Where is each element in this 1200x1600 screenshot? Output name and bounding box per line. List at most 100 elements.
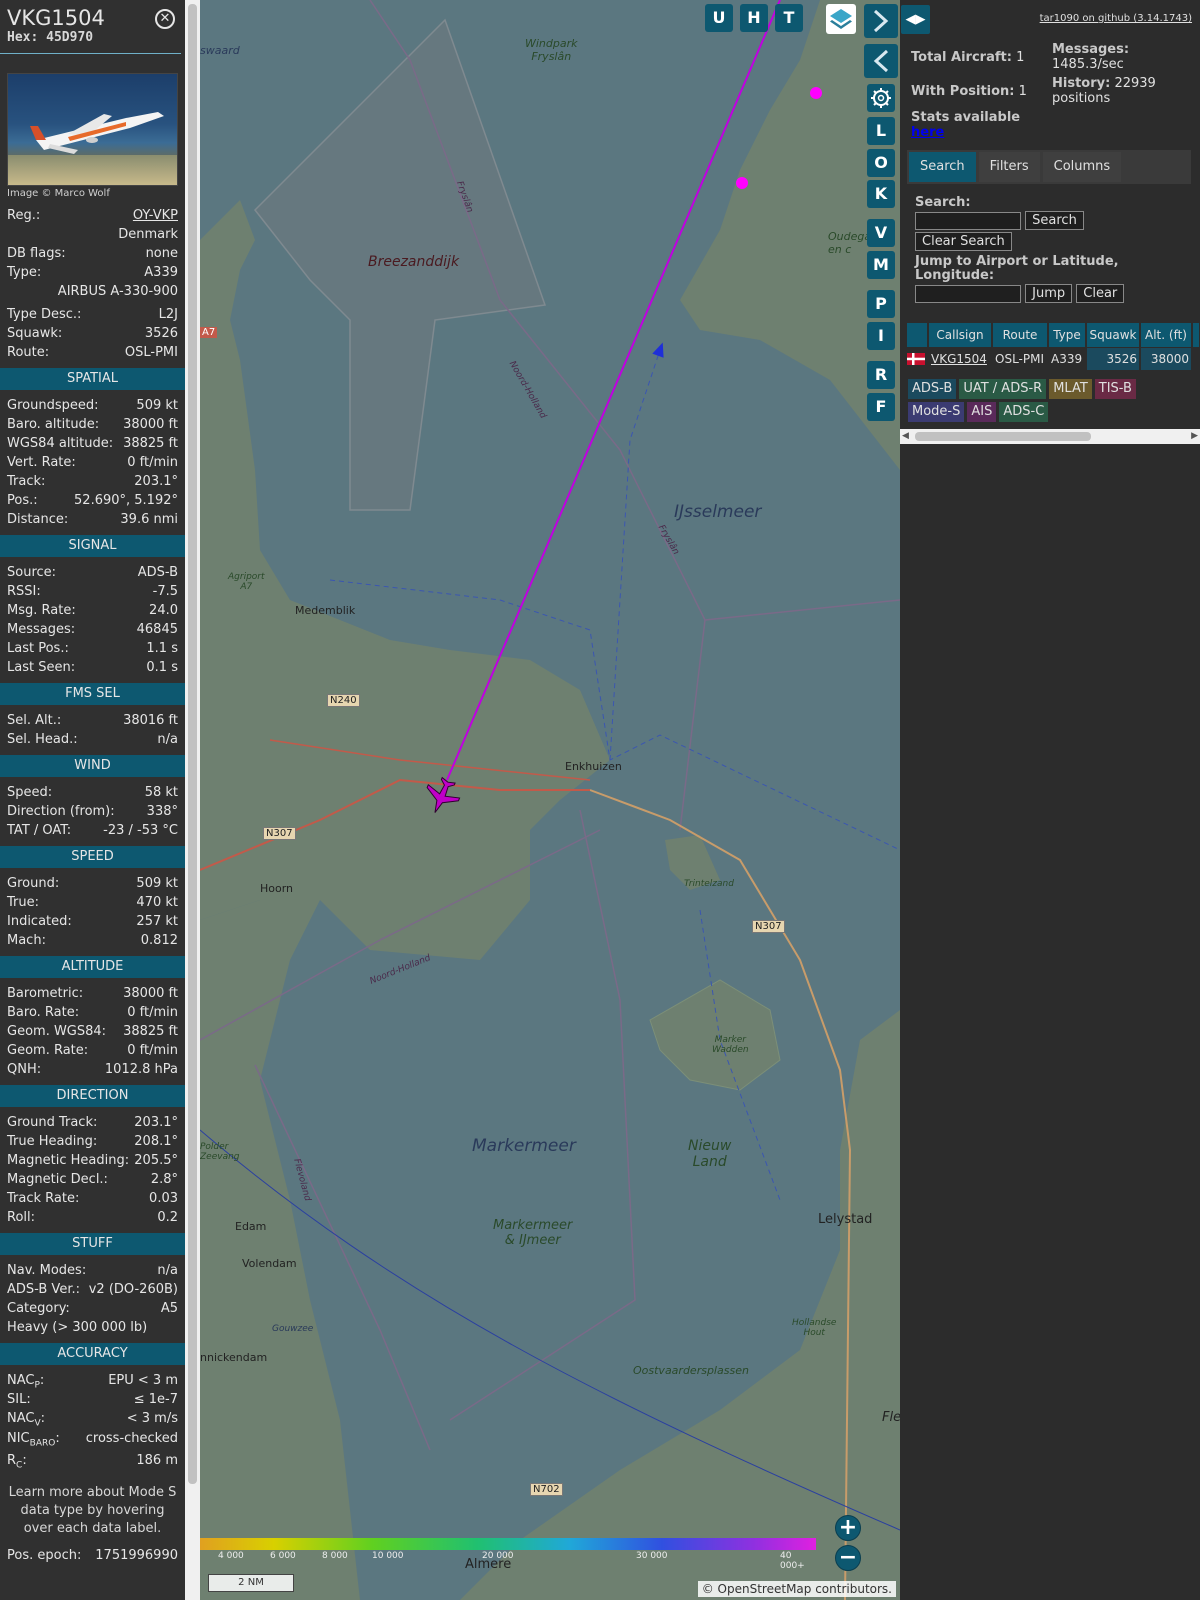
legend-mlat[interactable]: MLAT xyxy=(1049,379,1092,399)
spatial-value: 0 ft/min xyxy=(127,455,178,470)
spatial-label: Vert. Rate: xyxy=(7,455,76,470)
wind-label: Speed: xyxy=(7,785,53,800)
source-legend: ADS-B UAT / ADS-R MLAT TIS-B Mode-S AIS ADS-C xyxy=(908,379,1198,425)
spatial-label: WGS84 altitude: xyxy=(7,436,114,451)
spatial-value: 38825 ft xyxy=(123,436,178,451)
scroll-left-icon[interactable]: ◀ xyxy=(902,431,909,441)
jump-input[interactable] xyxy=(915,284,1021,303)
signal-label: Msg. Rate: xyxy=(7,603,76,618)
map-attribution[interactable]: © OpenStreetMap contributors. xyxy=(697,1581,896,1597)
info-scrollbar[interactable] xyxy=(185,0,200,1600)
hex-value: 45D970 xyxy=(46,30,94,45)
altitude-value: 0 ft/min xyxy=(127,1043,178,1058)
map-button-f[interactable]: F xyxy=(867,393,895,421)
label-swaard: swaard xyxy=(200,44,240,57)
col-more[interactable] xyxy=(1193,323,1199,347)
legend-ads-b[interactable]: ADS-B xyxy=(908,379,957,399)
section-speed: SPEED xyxy=(0,846,185,868)
altitude-row: Baro. Rate: 0 ft/min xyxy=(0,1003,185,1022)
zoom-in-button[interactable]: + xyxy=(835,1515,861,1541)
speed-label: Indicated: xyxy=(7,914,72,929)
map-view[interactable]: 4 000 6 000 8 000 10 000 20 000 30 000 4… xyxy=(200,0,900,1600)
clear-jump-button[interactable]: Clear xyxy=(1076,284,1125,303)
wind-value: 338° xyxy=(146,804,178,819)
legend-ais[interactable]: AIS xyxy=(967,402,997,422)
alt-8000: 8 000 xyxy=(322,1551,348,1561)
github-link[interactable]: tar1090 on github (3.14.1743) xyxy=(1040,13,1192,24)
dbflags-value: none xyxy=(145,246,178,261)
category-desc: Heavy (> 300 000 lb) xyxy=(7,1320,148,1335)
speed-value: 0.812 xyxy=(140,933,178,948)
direction-label: Magnetic Heading: xyxy=(7,1153,130,1168)
table-hscroll[interactable]: ◀ ▶ xyxy=(900,429,1200,444)
map-button-p[interactable]: P xyxy=(867,290,895,318)
map-button-v[interactable]: V xyxy=(867,219,895,247)
map-button-h[interactable]: H xyxy=(740,4,768,32)
altitude-value: 38825 ft xyxy=(123,1024,178,1039)
legend-mode-s[interactable]: Mode-S xyxy=(908,402,965,422)
toggle-sidebar-button[interactable]: ◀▶ xyxy=(901,5,930,34)
adsbver-row: ADS-B Ver.: v2 (DO-260B) xyxy=(0,1280,185,1299)
speed-row: True: 470 kt xyxy=(0,893,185,912)
map-button-r[interactable]: R xyxy=(867,361,895,389)
col-alt[interactable]: Alt. (ft) xyxy=(1141,323,1191,347)
spatial-row: Track: 203.1° xyxy=(0,472,185,491)
signal-row: Messages: 46845 xyxy=(0,620,185,639)
section-signal: SIGNAL xyxy=(0,535,185,557)
col-type[interactable]: Type xyxy=(1049,323,1085,347)
altitude-label: Geom. WGS84: xyxy=(7,1024,107,1039)
map-button-i[interactable]: I xyxy=(867,322,895,350)
info-scrollbar-thumb[interactable] xyxy=(188,4,197,1484)
aircraft-photo[interactable] xyxy=(7,73,178,186)
legend-tis-b[interactable]: TIS-B xyxy=(1094,379,1136,399)
route-row: Route: OSL-PMI xyxy=(0,343,185,362)
settings-button[interactable] xyxy=(867,84,895,112)
tab-filters[interactable]: Filters xyxy=(978,152,1040,182)
map-button-l[interactable]: L xyxy=(867,117,895,145)
label-n702: N702 xyxy=(530,1483,563,1496)
chevron-right-icon xyxy=(873,9,889,33)
col-route[interactable]: Route xyxy=(993,323,1047,347)
tab-search[interactable]: Search xyxy=(909,152,976,182)
spatial-row: Distance: 39.6 nmi xyxy=(0,510,185,529)
map-button-k[interactable]: K xyxy=(867,180,895,208)
table-row[interactable]: VKG1504 OSL-PMI A339 3526 38000 xyxy=(907,348,1200,370)
collapse-left-button[interactable] xyxy=(864,44,898,78)
map-button-u[interactable]: U xyxy=(705,4,733,32)
label-medemblik: Medemblik xyxy=(295,604,356,617)
layers-button[interactable] xyxy=(826,4,856,34)
map-button-o[interactable]: O xyxy=(867,149,895,177)
legend-uat-ads-r[interactable]: UAT / ADS-R xyxy=(959,379,1047,399)
type-row: Type: A339 xyxy=(0,263,185,282)
spatial-row: Groundspeed: 509 kt xyxy=(0,396,185,415)
wind-value: -23 / -53 °C xyxy=(103,823,178,838)
nicbaro-row: NICBARO: cross-checked xyxy=(0,1428,185,1450)
map-button-m[interactable]: M xyxy=(867,251,895,279)
col-flag[interactable] xyxy=(907,323,927,347)
fms-row: Sel. Head.: n/a xyxy=(0,730,185,749)
row-callsign[interactable]: VKG1504 xyxy=(929,348,991,370)
hex-label: Hex: xyxy=(7,30,39,45)
col-callsign[interactable]: Callsign xyxy=(929,323,991,347)
speed-row: Indicated: 257 kt xyxy=(0,912,185,931)
reg-link[interactable]: OY-VKP xyxy=(133,206,178,225)
scroll-right-icon[interactable]: ▶ xyxy=(1191,431,1198,441)
clear-search-button[interactable]: Clear Search xyxy=(915,232,1012,251)
tab-columns[interactable]: Columns xyxy=(1042,152,1122,182)
jump-button[interactable]: Jump xyxy=(1025,284,1073,303)
col-squawk[interactable]: Squawk xyxy=(1087,323,1139,347)
table-hscroll-thumb[interactable] xyxy=(915,432,1091,441)
expand-right-button[interactable] xyxy=(864,4,898,38)
direction-label: Roll: xyxy=(7,1210,36,1225)
altitude-row: Geom. WGS84: 38825 ft xyxy=(0,1022,185,1041)
legend-ads-c[interactable]: ADS-C xyxy=(999,402,1049,422)
search-button[interactable]: Search xyxy=(1025,211,1084,230)
search-input[interactable] xyxy=(915,211,1021,230)
spatial-value: 39.6 nmi xyxy=(120,512,178,527)
close-icon[interactable]: ✕ xyxy=(155,9,175,29)
stats-here-link[interactable]: here xyxy=(911,125,944,140)
zoom-out-button[interactable]: − xyxy=(835,1545,861,1571)
map-button-t[interactable]: T xyxy=(775,4,803,32)
spatial-label: Pos.: xyxy=(7,493,38,508)
fms-rows: Sel. Alt.: 38016 ft Sel. Head.: n/a xyxy=(0,711,185,749)
